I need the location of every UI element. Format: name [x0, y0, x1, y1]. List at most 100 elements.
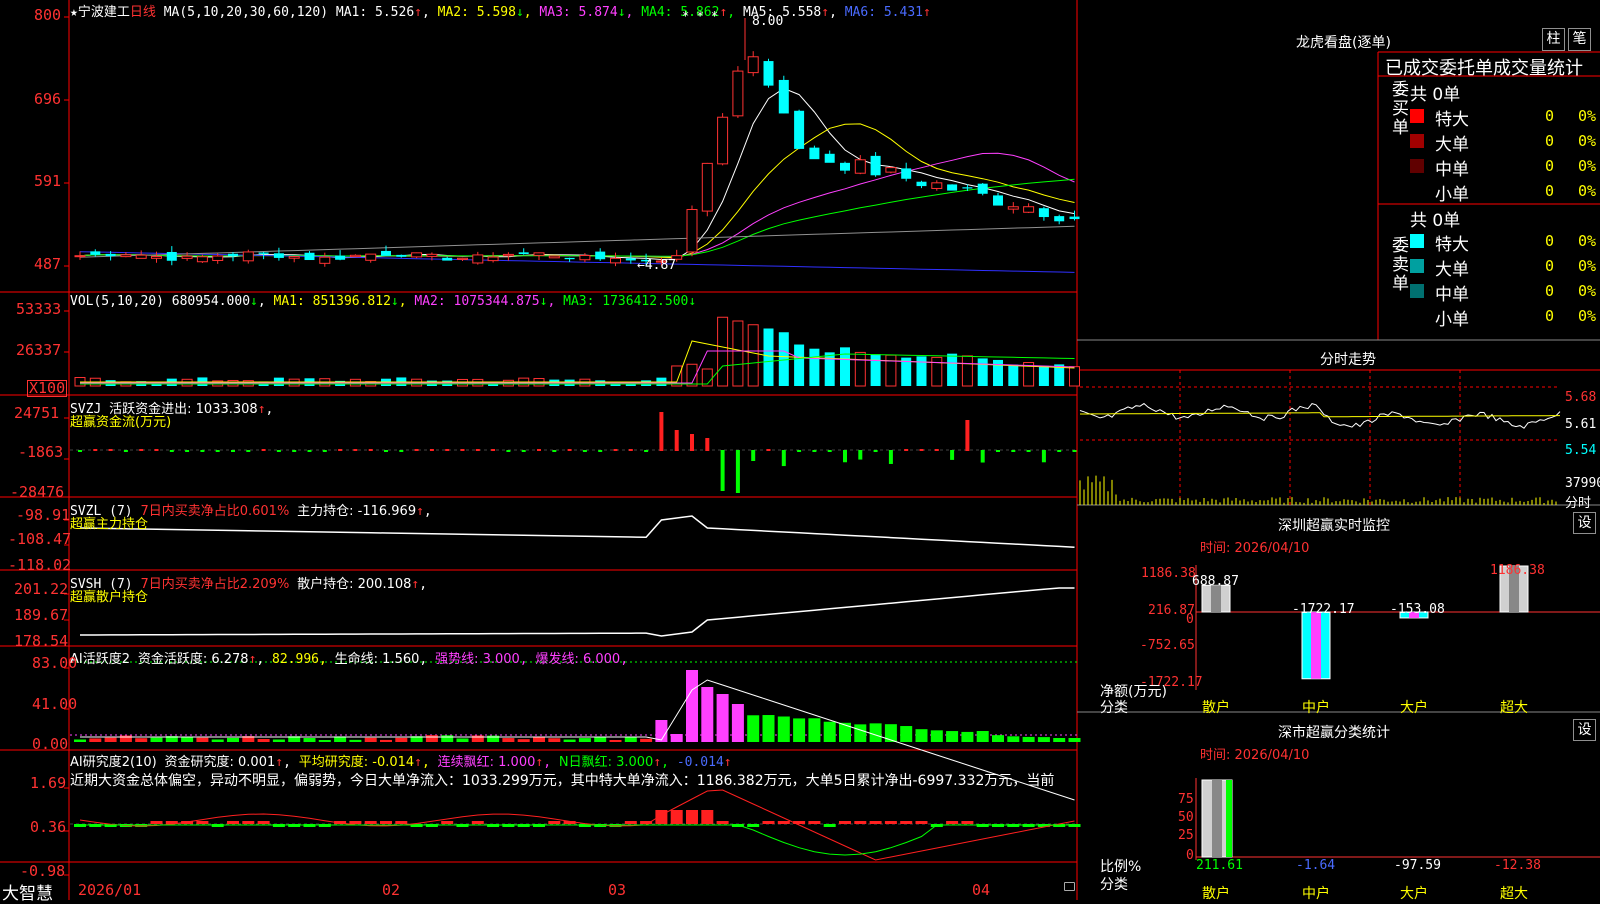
svzl-arrow: ↑	[416, 504, 424, 519]
activity-bar	[884, 724, 897, 742]
date-axis-label: 2026/01	[78, 881, 142, 899]
activity-bar	[517, 739, 530, 742]
classify-category: 散户	[1202, 886, 1230, 902]
ai2-lifeline: 生命线: 1.560	[334, 652, 420, 667]
classify-time: 时间: 2026/04/10	[1200, 748, 1310, 763]
candle-up	[885, 167, 897, 173]
svzj-bar	[185, 450, 190, 452]
period-label[interactable]: 日线	[130, 5, 156, 20]
research-bar	[364, 821, 377, 824]
classify-value-label: -12.38	[1494, 858, 1541, 873]
classify-title: 深市超赢分类统计	[1278, 725, 1390, 741]
research-bar	[900, 821, 913, 824]
activity-bar	[533, 737, 545, 742]
vol-ma3: MA3: 1736412.500	[563, 294, 689, 309]
activity-bar	[839, 722, 851, 742]
svzj-axis-label: -28476	[10, 483, 65, 501]
intraday-price-label: 5.54	[1565, 443, 1597, 458]
research-bar	[762, 821, 775, 824]
ai3-axis-label: 0.36	[30, 818, 67, 836]
svzj-axis-label: -1863	[18, 443, 64, 461]
svzl-subtitle: 超赢主力持仓	[70, 517, 149, 532]
candle-up	[135, 254, 147, 259]
svzj-bar	[123, 450, 128, 452]
sell-row-label: 中单	[1435, 285, 1469, 305]
candle-up	[931, 182, 943, 189]
sell-color-swatch	[1410, 284, 1424, 298]
activity-bar	[257, 738, 270, 742]
volume-bar	[977, 358, 988, 386]
svsh-value: 散户持仓: 200.108	[297, 577, 412, 592]
price-axis-label: 591	[34, 172, 62, 190]
ai2-strong-line: 强势线: 3.000	[435, 652, 520, 667]
candle-up	[151, 255, 162, 259]
activity-bar	[961, 731, 974, 742]
svzl-axis-label: -118.02	[8, 556, 72, 574]
tick-view-button[interactable]: 笔	[1568, 28, 1591, 51]
monitor-settings-button[interactable]: 设	[1573, 512, 1596, 534]
svzj-axis-label: 24751	[14, 404, 60, 422]
svzj-bar	[628, 449, 633, 451]
activity-bar	[1037, 737, 1050, 742]
ai3-name: AI研究度2(10)	[70, 755, 157, 770]
activity-bar	[900, 726, 913, 742]
candle-down	[90, 251, 101, 255]
vol-ma1-arrow: ↓	[390, 294, 399, 309]
volume-bar	[885, 354, 897, 387]
intraday-avg-line	[1080, 412, 1560, 418]
ai3-nred-arrow: ↑	[653, 755, 662, 770]
volume-bar	[763, 328, 774, 386]
svzj-bar	[950, 450, 955, 460]
candle-down	[1038, 208, 1049, 218]
volume-bar	[717, 316, 729, 387]
svzj-bar	[368, 449, 373, 451]
candle-down	[258, 252, 269, 254]
monitor-value-label: -1722.17	[1292, 602, 1355, 617]
svzj-subtitle: 超赢资金流(万元)	[70, 415, 172, 430]
svzj-bar	[506, 450, 511, 452]
volume-bar	[916, 356, 927, 386]
activity-bar	[211, 739, 224, 742]
monitor-value-label: 1186.38	[1490, 563, 1545, 578]
research-bar	[823, 824, 836, 827]
svsh-sep: ,	[419, 577, 428, 592]
activity-bar	[915, 729, 928, 742]
volume-bar	[931, 356, 943, 387]
favorite-star-icon[interactable]: ★	[70, 5, 78, 20]
candle-down	[381, 250, 391, 256]
activity-bar	[89, 738, 102, 742]
volume-bar	[747, 324, 759, 387]
research-bar	[380, 821, 392, 824]
price-axis-label: 800	[34, 6, 62, 24]
classify-value-label: -97.59	[1394, 858, 1441, 873]
date-axis-label: 02	[382, 881, 401, 899]
classify-value-label: 211.61	[1196, 858, 1243, 873]
activity-bar	[777, 716, 790, 742]
buy-row-count: 0	[1545, 157, 1555, 175]
price-axis-label: 487	[34, 255, 62, 273]
svzj-bar	[384, 450, 388, 452]
activity-bar	[1068, 738, 1081, 742]
research-bar	[349, 821, 362, 824]
activity-bar	[150, 737, 163, 742]
candle-up	[426, 253, 438, 257]
activity-bar	[456, 738, 469, 742]
candle-down	[824, 153, 835, 163]
column-view-button[interactable]: 柱	[1542, 28, 1565, 51]
ma2-value: MA2: 5.598	[437, 5, 516, 20]
candle-down	[625, 258, 636, 261]
classify-value-label: -1.64	[1296, 858, 1336, 873]
activity-bar	[349, 739, 362, 742]
svzj-bar	[292, 450, 297, 452]
lock-icon[interactable]	[1064, 882, 1075, 891]
svzj-bar	[751, 450, 756, 461]
activity-bar	[395, 737, 408, 742]
classify-settings-button[interactable]: 设	[1573, 719, 1596, 741]
buy-row-percent: 0%	[1578, 182, 1597, 200]
candle-up	[487, 256, 499, 262]
stock-name[interactable]: 宁波建工	[78, 5, 130, 20]
candle-up	[686, 209, 698, 253]
candle-down	[778, 79, 789, 114]
ai2-axis-label: 0.00	[32, 735, 69, 753]
volume-unit-button[interactable]: X100	[27, 380, 68, 397]
